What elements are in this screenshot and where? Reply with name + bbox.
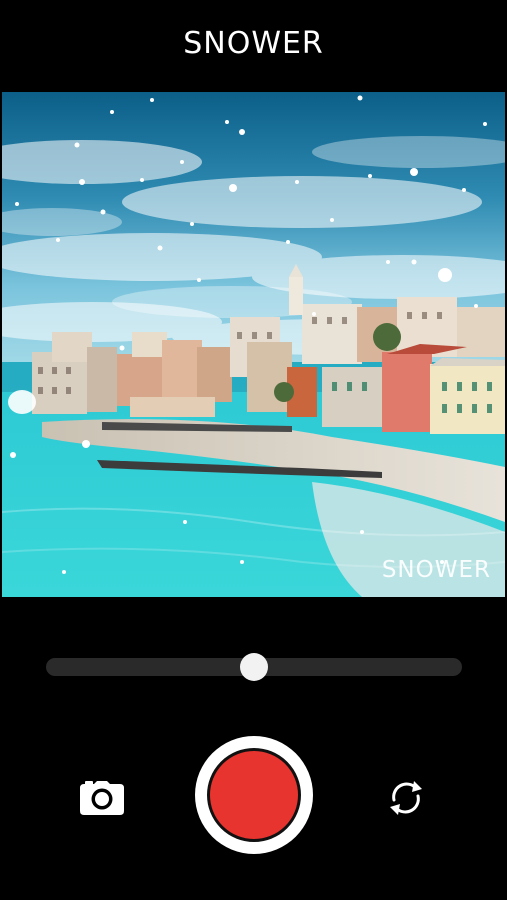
record-button[interactable] (195, 736, 313, 854)
app-title: SNOWER (183, 26, 324, 61)
camera-preview[interactable]: SNOWER (2, 92, 505, 597)
effect-intensity-slider[interactable] (46, 653, 462, 681)
photo-capture-button[interactable] (79, 775, 125, 821)
slider-knob[interactable] (240, 653, 268, 681)
watermark-text: SNOWER (381, 557, 491, 583)
preview-image (2, 92, 505, 597)
switch-camera-icon (390, 781, 422, 815)
camera-icon (80, 781, 124, 815)
record-button-core (207, 748, 301, 842)
switch-camera-button[interactable] (383, 775, 429, 821)
